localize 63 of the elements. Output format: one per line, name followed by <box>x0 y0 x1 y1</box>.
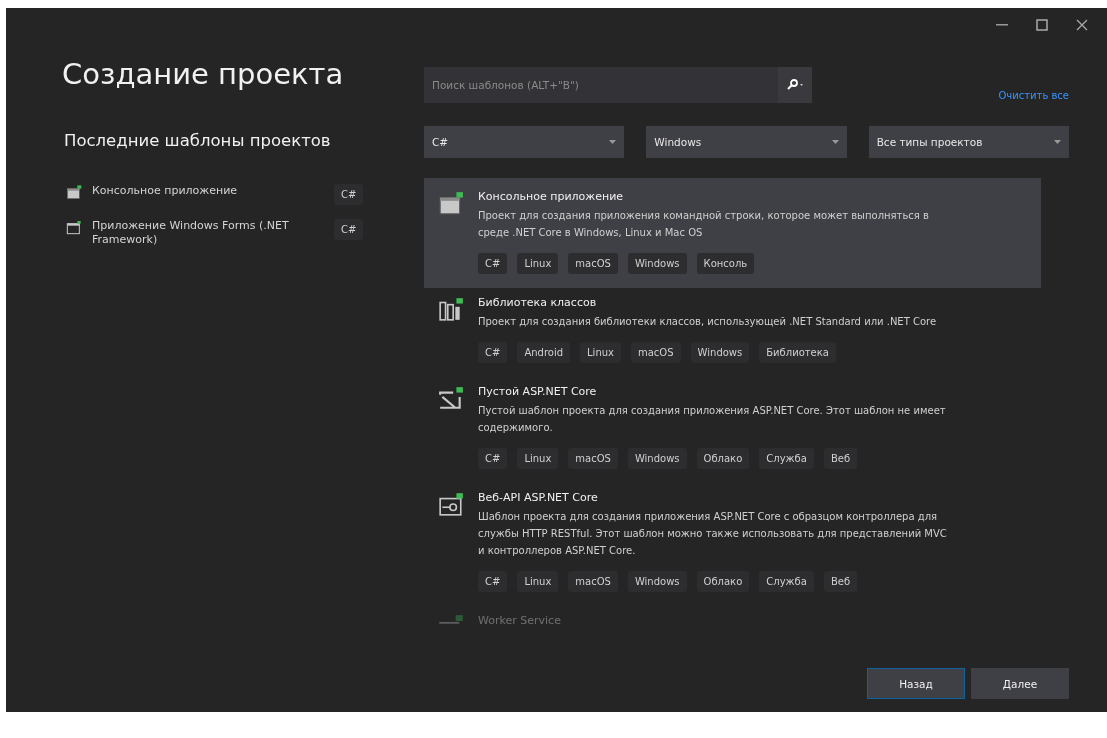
worker-template-icon <box>438 614 464 624</box>
template-tag: Windows <box>627 571 687 592</box>
template-tag: Консоль <box>696 253 755 274</box>
template-name: Веб-API ASP.NET Core <box>478 491 598 504</box>
template-tag: Веб <box>823 448 858 469</box>
template-tag: Служба <box>759 571 814 592</box>
nav-button[interactable]: Далее <box>971 668 1069 699</box>
close-icon <box>1076 19 1088 31</box>
recent-template-item[interactable]: Приложение Windows Forms (.NET Framework) <box>92 219 324 247</box>
template-item[interactable]: Библиотека классов Проект для создания библиотеки классов, использующей .NET Standard или .NET Core C# Android Linux macOS Windows Библиотека <box>424 288 1041 377</box>
page-title: Создание проекта <box>62 57 345 91</box>
template-tag: Облако <box>696 448 750 469</box>
web-api-template-icon <box>438 491 464 517</box>
console-template-icon <box>438 190 464 216</box>
forms-template-icon <box>66 219 82 235</box>
template-item[interactable]: Пустой ASP.NET Core Пустой шаблон проекта для создания приложения ASP.NET Core. Этот шаблон не имеет содержимого. C# Linux macOS Windows Облако Служба Веб <box>424 377 1041 483</box>
maximize-icon <box>1036 19 1048 31</box>
template-tag: Веб <box>823 571 858 592</box>
template-name: Worker Service <box>478 614 561 627</box>
template-tag: C# <box>478 448 508 469</box>
template-tag: Linux <box>517 253 559 274</box>
template-name: Консольное приложение <box>478 190 624 203</box>
template-description: Пустой шаблон проекта для создания приложения ASP.NET Core. Этот шаблон не имеет содержимого. <box>478 404 947 435</box>
template-description: Проект для создания приложения командной строки, которое может выполняться в среде .NET Core в Windows, Linux и Mac OS <box>478 209 930 240</box>
template-tag: Linux <box>580 342 621 363</box>
caret-icon <box>609 140 617 144</box>
search-icon[interactable] <box>778 67 812 103</box>
template-tag: C# <box>478 253 508 274</box>
template-tag: Служба <box>759 448 814 469</box>
template-tag: Windows <box>690 342 750 363</box>
filter-dropdown[interactable]: C# <box>424 126 625 158</box>
template-name: Пустой ASP.NET Core <box>478 385 597 398</box>
template-tag: Linux <box>517 571 559 592</box>
template-tag: macOS <box>568 253 618 274</box>
template-tag: macOS <box>631 342 681 363</box>
library-template-icon <box>438 296 464 322</box>
caret-icon <box>831 140 839 144</box>
console-template-icon <box>66 184 82 200</box>
web-empty-template-icon <box>438 385 464 411</box>
template-tag: macOS <box>568 571 618 592</box>
template-tag: Android <box>517 342 571 363</box>
filter-dropdown[interactable]: Все типы проектов <box>868 126 1069 158</box>
template-item[interactable]: Консольное приложение Проект для создания приложения командной строки, которое может выполняться в среде .NET Core в Windows, Linux и Mac OS C# Linux macOS Windows Консоль <box>424 178 1041 288</box>
template-tag: Облако <box>696 571 750 592</box>
filter-dropdown[interactable]: Windows <box>646 126 847 158</box>
section-heading: Последние шаблоны проектов <box>64 131 332 150</box>
template-tag: Библиотека <box>759 342 836 363</box>
template-tag: C# <box>478 342 508 363</box>
template-description: Шаблон проекта для создания приложения ASP.NET Core с образцом контроллера для службы HTTP RESTful. Этот шаблон можно также использовать для представлений MVC и контроллеров ASP.NET Core. <box>478 510 948 558</box>
minimize-icon <box>996 24 1008 26</box>
template-tag: Windows <box>627 448 687 469</box>
nav-button[interactable]: Назад <box>867 668 965 699</box>
language-tag: C# <box>334 184 364 205</box>
recent-template-item[interactable]: Консольное приложение <box>92 184 324 198</box>
template-tag: macOS <box>568 448 618 469</box>
language-tag: C# <box>334 219 364 240</box>
clear-all-link[interactable]: Очистить все <box>998 90 1069 101</box>
template-tag: C# <box>478 571 508 592</box>
template-description: Проект для создания библиотеки классов, использующей .NET Standard или .NET Core <box>478 315 938 329</box>
template-tag: Windows <box>627 253 687 274</box>
template-name: Библиотека классов <box>478 296 597 309</box>
template-tag: Linux <box>517 448 559 469</box>
caret-icon <box>1054 140 1061 144</box>
